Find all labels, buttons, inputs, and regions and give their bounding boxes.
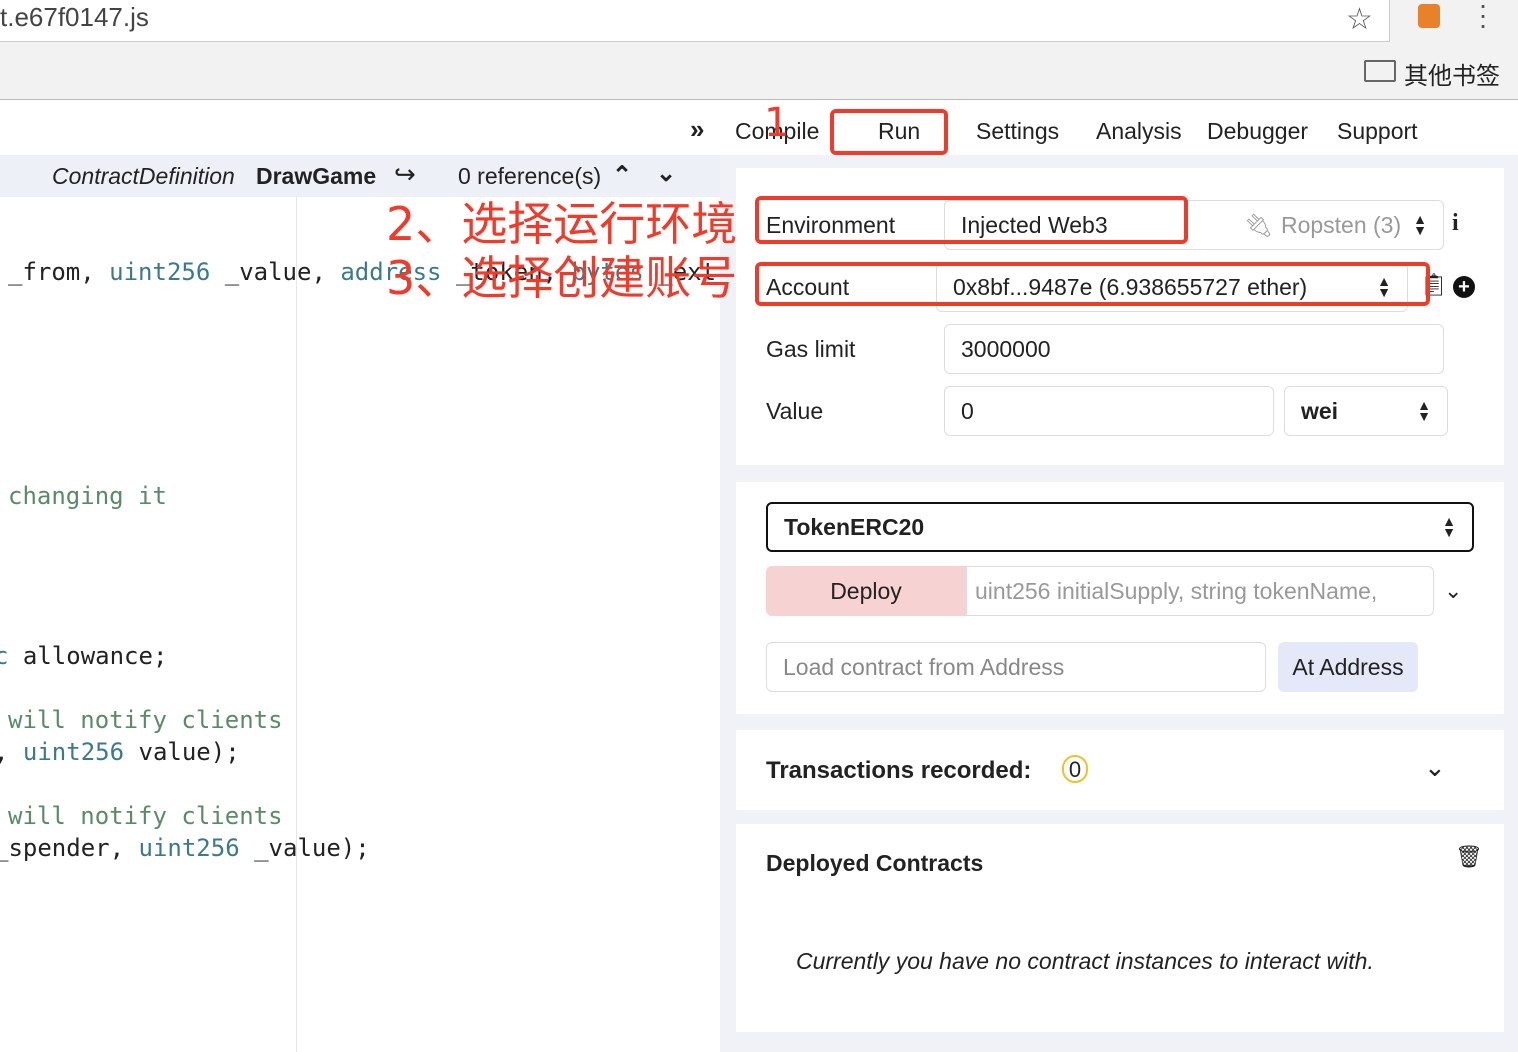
code-token: uint256 xyxy=(138,834,240,862)
gas-limit-input[interactable]: 3000000 xyxy=(944,324,1444,374)
constructor-args-placeholder: uint256 initialSupply, string tokenName, xyxy=(975,577,1378,604)
code-token: _spender, xyxy=(0,834,139,862)
code-token: allowance; xyxy=(8,642,168,670)
annotation-step-3: 3、选择创建账号 xyxy=(386,251,738,305)
code-line: c allowance; xyxy=(0,642,167,670)
tab-analysis[interactable]: Analysis xyxy=(1096,118,1182,145)
code-token: will notify clients xyxy=(8,706,283,734)
previous-reference-icon[interactable]: ⌃ xyxy=(612,161,632,190)
folder-icon xyxy=(1364,60,1396,82)
metamask-fox-icon[interactable] xyxy=(1418,4,1440,28)
tab-settings[interactable]: Settings xyxy=(976,118,1059,145)
deploy-button[interactable]: Deploy xyxy=(766,566,966,616)
context-name: DrawGame xyxy=(256,163,377,189)
select-arrows-icon: ▲ ▼ xyxy=(1417,397,1431,424)
code-line: , uint256 value); xyxy=(0,738,240,766)
value-label: Value xyxy=(766,398,824,424)
at-address-button[interactable]: At Address xyxy=(1278,642,1418,692)
tab-support[interactable]: Support xyxy=(1337,118,1418,145)
bookmark-folder[interactable]: 其他书签 xyxy=(1404,56,1500,91)
expand-transactions-icon[interactable]: ⌄ xyxy=(1424,752,1446,783)
code-line: changing it xyxy=(8,482,167,510)
highlight-run-tab xyxy=(830,109,948,155)
no-instances-message: Currently you have no contract instances… xyxy=(796,948,1374,974)
editor-gutter-line xyxy=(296,197,297,1052)
annotation-step-1: 1 xyxy=(764,100,790,146)
tab-debugger[interactable]: Debugger xyxy=(1207,118,1308,145)
contract-name: TokenERC20 xyxy=(784,513,925,540)
code-token: uint256 xyxy=(109,258,211,286)
code-token: value); xyxy=(124,738,240,766)
select-arrows-icon: ▲ ▼ xyxy=(1413,211,1427,238)
code-line: will notify clients xyxy=(8,802,283,830)
load-address-placeholder: Load contract from Address xyxy=(783,653,1065,680)
value-unit-select[interactable]: wei ▲ ▼ xyxy=(1284,386,1448,436)
code-token: uint256 xyxy=(22,738,125,766)
code-line: will notify clients xyxy=(8,706,283,734)
load-address-input[interactable]: Load contract from Address xyxy=(766,642,1266,692)
plug-icon: 🔌︎ xyxy=(1243,211,1273,238)
trash-icon[interactable]: 🗑︎ xyxy=(1455,844,1483,870)
next-reference-icon[interactable]: ⌄ xyxy=(656,159,676,188)
network-name: Ropsten (3) xyxy=(1280,211,1402,238)
goto-definition-icon[interactable]: ↪ xyxy=(394,159,416,190)
code-token: will notify clients xyxy=(8,802,283,830)
highlight-account xyxy=(755,262,1430,306)
code-token: changing it xyxy=(8,482,167,510)
bookmarks-bar xyxy=(0,42,1518,100)
code-line: _spender, uint256 _value); xyxy=(0,834,370,862)
value-input[interactable]: 0 xyxy=(944,386,1274,436)
url-text: t.e67f0147.js xyxy=(0,2,149,32)
extension-area xyxy=(1390,0,1518,42)
code-token: , xyxy=(0,738,23,766)
reference-count: 0 reference(s) xyxy=(458,163,602,189)
code-token: _value, xyxy=(210,258,341,286)
gas-limit-value: 3000000 xyxy=(961,335,1051,362)
code-token: _value); xyxy=(239,834,370,862)
expand-args-icon[interactable]: ⌄ xyxy=(1444,578,1462,604)
context-kind: ContractDefinition xyxy=(52,163,235,189)
add-account-icon[interactable]: + xyxy=(1453,276,1475,298)
deployed-contracts-title: Deployed Contracts xyxy=(766,850,984,876)
value-amount: 0 xyxy=(961,397,974,424)
highlight-environment xyxy=(755,196,1188,244)
bookmark-star-icon[interactable]: ☆ xyxy=(1346,2,1373,37)
transactions-label: Transactions recorded: xyxy=(766,757,1032,784)
url-bar[interactable]: t.e67f0147.js xyxy=(0,0,1390,42)
gas-limit-label: Gas limit xyxy=(766,336,856,362)
menu-kebab-icon[interactable]: · · · xyxy=(1476,0,1490,39)
value-unit: wei xyxy=(1301,397,1339,424)
collapse-panel-icon[interactable]: » xyxy=(690,114,704,145)
contract-select[interactable]: TokenERC20 ▲ ▼ xyxy=(766,502,1474,552)
constructor-args-input[interactable]: uint256 initialSupply, string tokenName, xyxy=(966,566,1434,616)
transactions-count: 0 xyxy=(1062,755,1088,783)
code-token: _from, xyxy=(8,258,110,286)
select-arrows-icon: ▲ ▼ xyxy=(1442,513,1456,540)
info-icon[interactable]: i xyxy=(1452,210,1459,237)
